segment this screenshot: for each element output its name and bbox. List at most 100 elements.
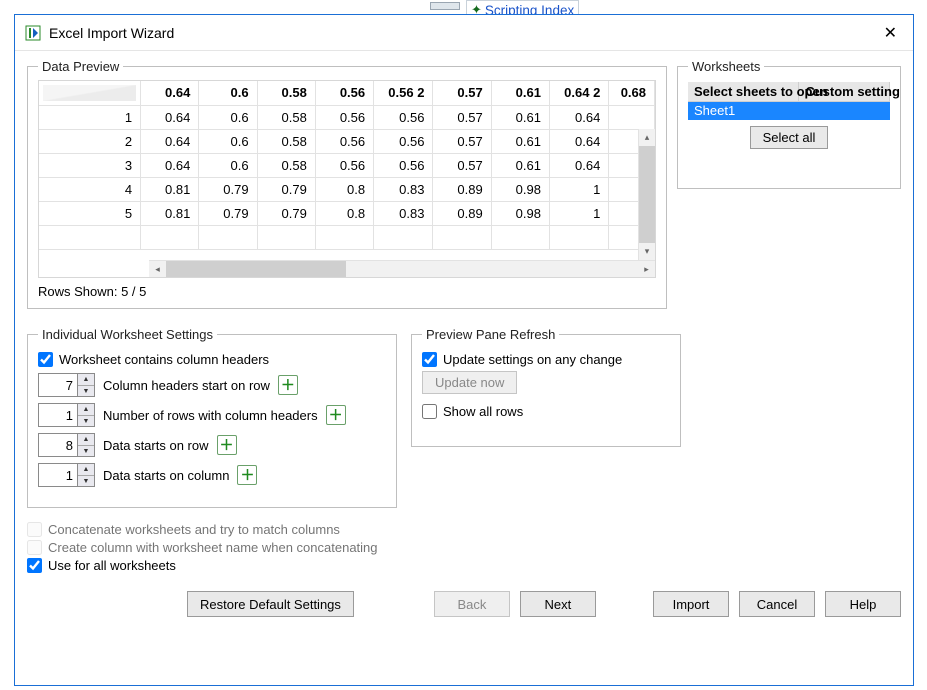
cell: 0.64 [549, 153, 608, 177]
cell: 0.64 [549, 129, 608, 153]
spin-down-icon[interactable]: ▼ [78, 415, 94, 426]
plus-icon[interactable]: ＋ [278, 375, 298, 395]
plus-icon[interactable]: ＋ [217, 435, 237, 455]
cell [609, 105, 655, 129]
header-row-input[interactable] [38, 373, 78, 397]
worksheets-table: Select sheets to open Custom setting She… [688, 82, 890, 120]
auto-update-checkbox[interactable] [422, 352, 437, 367]
dialog-window: Excel Import Wizard ✕ Data Preview [14, 14, 914, 686]
cell: 0.57 [433, 153, 491, 177]
plus-icon[interactable]: ＋ [326, 405, 346, 425]
select-all-button[interactable]: Select all [750, 126, 829, 149]
data-row-input[interactable] [38, 433, 78, 457]
cell: 0.89 [433, 177, 491, 201]
table-row[interactable]: 10.640.60.580.560.560.570.610.64 [39, 105, 655, 129]
import-button[interactable]: Import [653, 591, 729, 617]
col-header[interactable]: 0.64 [141, 81, 199, 105]
cell: 0.57 [433, 105, 491, 129]
cell: 0.56 [315, 129, 373, 153]
cell: 0.61 [491, 105, 549, 129]
app-icon [25, 25, 41, 41]
data-col-input[interactable] [38, 463, 78, 487]
contains-headers-checkbox[interactable] [38, 352, 53, 367]
spin-up-icon[interactable]: ▲ [78, 464, 94, 475]
scroll-down-icon[interactable]: ▾ [639, 243, 655, 260]
col-header[interactable]: 0.6 [199, 81, 257, 105]
table-row[interactable]: 50.810.790.790.80.830.890.981 [39, 201, 655, 225]
col-header[interactable]: 0.58 [257, 81, 315, 105]
cell: 0.8 [315, 201, 373, 225]
spin-down-icon[interactable]: ▼ [78, 385, 94, 396]
col-header[interactable]: 0.56 2 [374, 81, 433, 105]
cell: 0.79 [199, 201, 257, 225]
col-header[interactable]: 0.56 [315, 81, 373, 105]
cell: 0.58 [257, 153, 315, 177]
horizontal-scrollbar[interactable]: ◂ ▸ [149, 260, 655, 277]
preview-table: 0.64 0.6 0.58 0.56 0.56 2 0.57 0.61 0.64… [38, 80, 656, 278]
cell: 0.56 [315, 105, 373, 129]
row-index: 5 [39, 201, 141, 225]
header-count-label: Number of rows with column headers [103, 408, 318, 423]
data-col-spin[interactable]: ▲▼ [38, 463, 95, 487]
plus-icon[interactable]: ＋ [237, 465, 257, 485]
cell: 1 [549, 201, 608, 225]
cell: 0.79 [257, 201, 315, 225]
vertical-scrollbar[interactable]: ▴ ▾ [638, 129, 655, 260]
ws-col-select[interactable]: Select sheets to open [688, 82, 799, 102]
table-row[interactable]: 40.810.790.790.80.830.890.981 [39, 177, 655, 201]
cell: 0.56 [374, 153, 433, 177]
header-count-input[interactable] [38, 403, 78, 427]
row-index: 3 [39, 153, 141, 177]
cell: 0.58 [257, 105, 315, 129]
data-row-spin[interactable]: ▲▼ [38, 433, 95, 457]
col-header[interactable]: 0.64 2 [549, 81, 608, 105]
create-ws-col-label: Create column with worksheet name when c… [48, 540, 378, 555]
row-index: 4 [39, 177, 141, 201]
data-preview-legend: Data Preview [38, 59, 123, 74]
worksheets-group: Worksheets Select sheets to open Custom … [677, 59, 901, 189]
cancel-button[interactable]: Cancel [739, 591, 815, 617]
cell: 0.6 [199, 105, 257, 129]
row-index: 1 [39, 105, 141, 129]
header-count-spin[interactable]: ▲▼ [38, 403, 95, 427]
spin-up-icon[interactable]: ▲ [78, 404, 94, 415]
data-row-label: Data starts on row [103, 438, 209, 453]
cell: 0.83 [374, 201, 433, 225]
row-index: 2 [39, 129, 141, 153]
data-col-label: Data starts on column [103, 468, 229, 483]
header-row-spin[interactable]: ▲▼ [38, 373, 95, 397]
use-all-checkbox[interactable] [27, 558, 42, 573]
ws-col-custom[interactable]: Custom setting [799, 82, 890, 102]
help-button[interactable]: Help [825, 591, 901, 617]
cell: 0.64 [141, 153, 199, 177]
worksheet-row[interactable]: Sheet1 [688, 102, 890, 120]
scroll-right-icon[interactable]: ▸ [638, 264, 655, 275]
update-now-button: Update now [422, 371, 517, 394]
preview-refresh-group: Preview Pane Refresh Update settings on … [411, 327, 681, 447]
cell: 0.56 [315, 153, 373, 177]
next-button[interactable]: Next [520, 591, 596, 617]
show-all-rows-checkbox[interactable] [422, 404, 437, 419]
table-row[interactable]: 30.640.60.580.560.560.570.610.64 [39, 153, 655, 177]
col-header[interactable]: 0.61 [491, 81, 549, 105]
spin-down-icon[interactable]: ▼ [78, 475, 94, 486]
individual-settings-group: Individual Worksheet Settings Worksheet … [27, 327, 397, 508]
cell: 0.98 [491, 201, 549, 225]
scroll-up-icon[interactable]: ▴ [639, 129, 655, 146]
iws-legend: Individual Worksheet Settings [38, 327, 217, 342]
back-button: Back [434, 591, 510, 617]
spin-up-icon[interactable]: ▲ [78, 374, 94, 385]
cell: 0.61 [491, 153, 549, 177]
spin-up-icon[interactable]: ▲ [78, 434, 94, 445]
rows-shown-label: Rows Shown: 5 / 5 [38, 284, 656, 299]
close-icon[interactable]: ✕ [878, 23, 903, 43]
table-row [39, 225, 655, 249]
restore-defaults-button[interactable]: Restore Default Settings [187, 591, 354, 617]
table-row[interactable]: 20.640.60.580.560.560.570.610.64 [39, 129, 655, 153]
cell: 0.79 [199, 177, 257, 201]
col-header[interactable]: 0.68 [609, 81, 655, 105]
spin-down-icon[interactable]: ▼ [78, 445, 94, 456]
col-header[interactable]: 0.57 [433, 81, 491, 105]
cell: 0.58 [257, 129, 315, 153]
scroll-left-icon[interactable]: ◂ [149, 264, 166, 275]
